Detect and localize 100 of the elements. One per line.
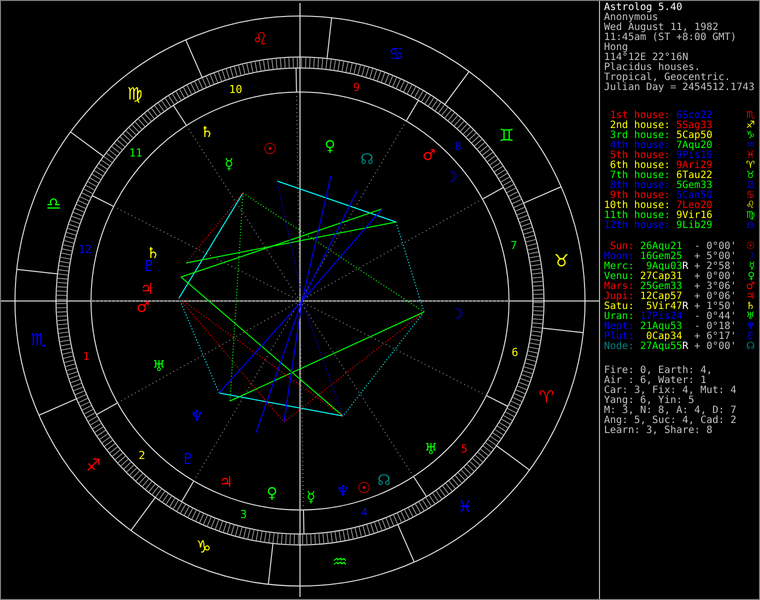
sign-glyph: ♉	[554, 251, 570, 272]
planet-position: 27Cap31	[640, 272, 682, 282]
house-label: 12th house:	[604, 221, 670, 231]
chart-info-line: Hong	[604, 43, 628, 53]
planet-name: Mars:	[604, 282, 634, 292]
planet-glyph: ♃	[219, 473, 233, 491]
house-label: 9th house:	[610, 191, 670, 201]
element-statistics-line: Air : 6, Water: 1	[604, 376, 706, 386]
element-statistics-line: Fire: 0, Earth: 4,	[604, 366, 712, 376]
planet-glyph: ♇	[142, 257, 156, 275]
house-cusp-value: 6Tau22	[676, 171, 712, 181]
sign-glyph: ♋	[388, 44, 404, 65]
element-statistics-line: Learn: 3, Share: 8	[604, 426, 712, 436]
house-cusp-value: 7Leo20	[676, 201, 712, 211]
planet-name: Plut:	[604, 332, 634, 342]
house-label: 5th house:	[609, 151, 670, 161]
planet-position: 17Pis24	[640, 312, 682, 322]
planet-name: Jupi:	[604, 292, 634, 302]
sign-glyph: ♊	[746, 181, 755, 191]
planet-latitude: + 2°58'	[694, 262, 736, 272]
sign-glyph: ♌	[252, 30, 268, 50]
planet-glyph: ☊	[360, 150, 374, 168]
planet-glyph: ♇	[181, 450, 195, 468]
planet-glyph: ♃	[746, 292, 755, 302]
planet-glyph: ♇	[746, 332, 755, 342]
house-number: 10	[229, 83, 242, 96]
planet-glyph: ☽	[450, 305, 464, 323]
element-statistics-line: Car: 3, Fix: 4, Mut: 4	[604, 386, 736, 396]
planet-glyph: ♀	[266, 484, 278, 502]
retrograde-mark: R	[682, 342, 688, 352]
house-number: 5	[460, 442, 468, 456]
planet-position: 25Gem33	[640, 282, 682, 292]
house-label: 8th house:	[609, 181, 670, 191]
house-number: 12	[78, 243, 92, 256]
planet-name: Merc:	[604, 262, 634, 272]
planet-glyph: ☿	[306, 488, 316, 506]
house-number: 3	[240, 508, 247, 522]
planet-latitude: + 0°06'	[694, 292, 736, 302]
chart-info-line: Placidus houses.	[604, 63, 700, 73]
planet-position: 16Gem25	[640, 252, 682, 262]
planet-name: Uran:	[604, 312, 634, 322]
sign-glyph: ♏	[30, 330, 46, 351]
chart-info-line: Wed August 11, 1982	[604, 23, 718, 33]
planet-glyph: ☿	[224, 155, 234, 173]
planet-position: 0Cap34	[646, 332, 682, 342]
house-number: 9	[353, 80, 360, 94]
chart-info-line: 114°12E 22°16N	[604, 53, 688, 63]
house-number: 11	[129, 146, 142, 160]
sign-glyph: ♈	[538, 387, 554, 408]
planet-name: Moon:	[604, 252, 634, 262]
house-label: 10th house:	[604, 201, 670, 211]
planet-position: 5Vir47	[646, 302, 682, 312]
sign-glyph: ♍	[127, 84, 142, 104]
planet-glyph: ♄	[746, 302, 755, 312]
planet-latitude: - 0°18'	[694, 322, 736, 332]
planet-glyph: ♅	[746, 312, 755, 322]
house-cusp-value: 9Lib29	[676, 221, 712, 231]
house-label: 11th house:	[604, 211, 670, 221]
planet-latitude: + 1°50'	[694, 302, 736, 312]
planet-position: 12Cap57	[640, 292, 682, 302]
sign-glyph: ♊	[499, 126, 514, 146]
sign-glyph: ♍	[746, 211, 755, 221]
sign-glyph: ♓	[746, 151, 755, 161]
house-number: 4	[361, 506, 368, 519]
planet-position: 21Aqu53	[640, 322, 682, 332]
sign-glyph: ♋	[746, 191, 755, 201]
planet-name: Venu:	[604, 272, 634, 282]
retrograde-mark: R	[682, 302, 688, 312]
sign-glyph: ♎	[746, 221, 755, 231]
planet-position: 26Aqu21	[640, 242, 682, 252]
house-cusp-value: 6Sco22	[676, 111, 712, 121]
planet-glyph: ♀	[324, 137, 336, 155]
house-number: 1	[82, 350, 90, 364]
retrograde-mark: R	[682, 262, 688, 272]
house-cusp-value: 9Pis16	[676, 151, 712, 161]
planet-position: 27Aqu55	[640, 342, 682, 352]
sign-glyph: ♐	[746, 121, 755, 131]
house-number: 6	[512, 346, 518, 359]
planet-glyph: ♄	[200, 123, 214, 141]
sign-glyph: ♈	[746, 161, 755, 171]
planet-glyph: ☉	[263, 140, 277, 158]
house-cusp-value: 9Vir16	[676, 211, 712, 221]
planet-glyph: ♆	[190, 407, 204, 425]
planet-latitude: - 0°44'	[694, 312, 736, 322]
sign-glyph: ♓	[458, 498, 473, 518]
planet-glyph: ☉	[746, 242, 755, 252]
planet-glyph: ♂	[422, 146, 436, 164]
house-label: 6th house:	[609, 161, 670, 171]
house-number: 8	[454, 140, 462, 154]
house-cusp-value: 5Cap50	[676, 131, 712, 141]
house-number: 7	[510, 238, 518, 252]
planet-latitude: - 0°00'	[694, 242, 736, 252]
house-label: 7th house:	[609, 171, 670, 181]
planet-latitude: + 0°00'	[694, 272, 736, 282]
planet-latitude: + 6°17'	[694, 332, 736, 342]
sign-glyph: ♏	[746, 111, 755, 121]
planet-latitude: + 0°00'	[694, 342, 736, 352]
planet-latitude: + 3°06'	[694, 282, 736, 292]
planet-glyph: ♅	[424, 440, 438, 458]
house-cusp-value: 5Sag33	[676, 121, 712, 131]
